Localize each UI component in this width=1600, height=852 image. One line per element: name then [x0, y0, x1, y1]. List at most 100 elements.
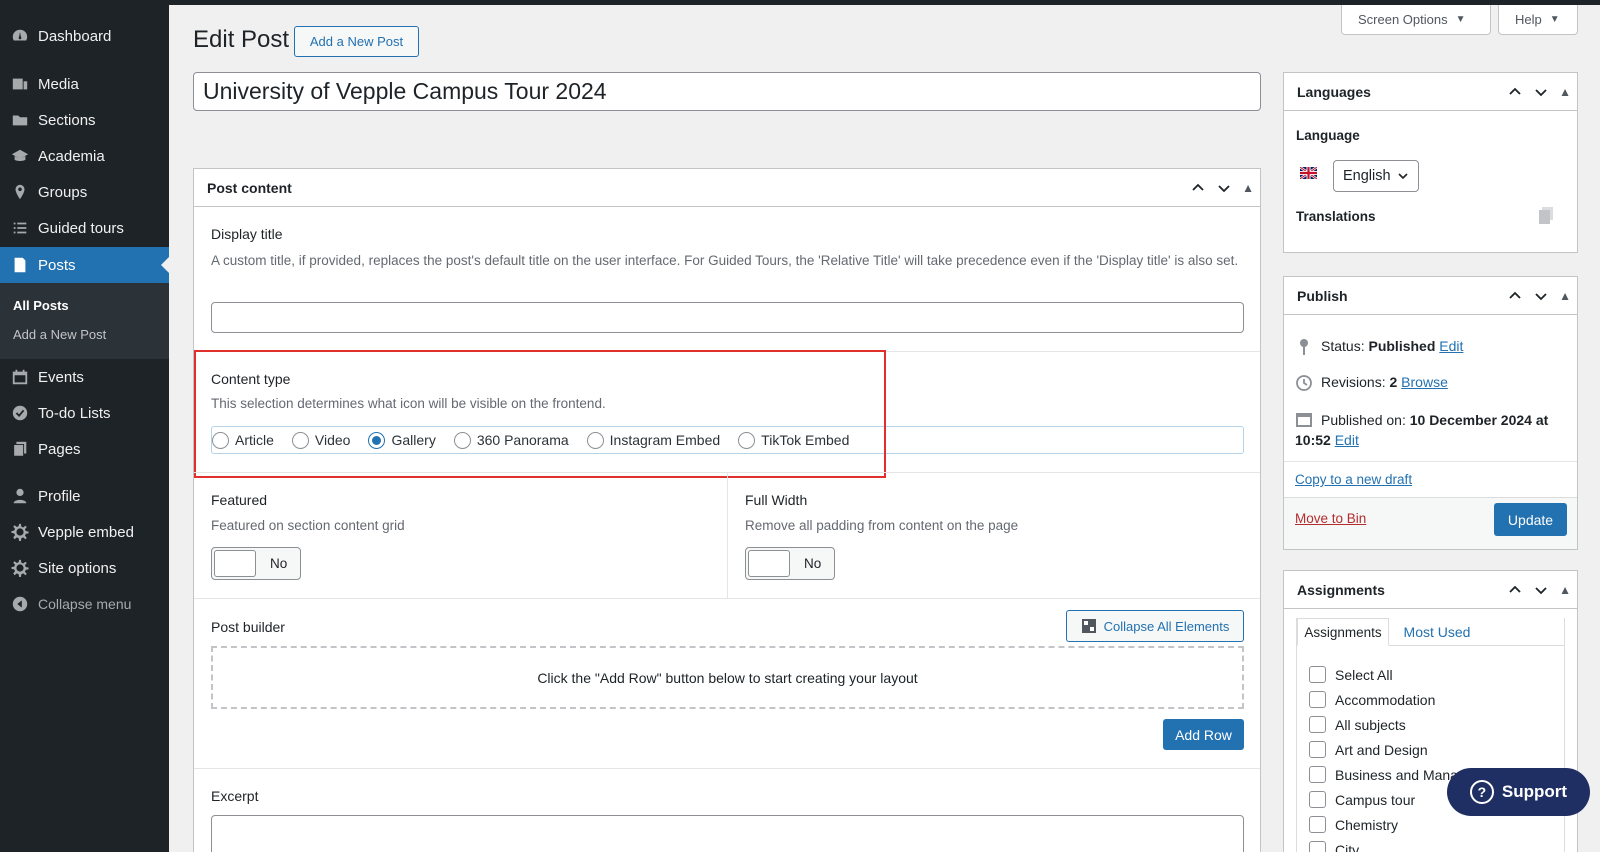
- radio-360-panorama[interactable]: 360 Panorama: [453, 431, 569, 449]
- radio-button[interactable]: [586, 431, 604, 449]
- checkbox[interactable]: [1309, 691, 1326, 708]
- help-button[interactable]: Help ▼: [1498, 5, 1578, 35]
- radio-button-selected[interactable]: [368, 431, 386, 449]
- menu-label: Dashboard: [38, 27, 112, 45]
- menu-media[interactable]: Media: [0, 66, 169, 102]
- checkbox-label: Chemistry: [1335, 816, 1399, 833]
- post-title-input[interactable]: University of Vepple Campus Tour 2024: [193, 72, 1261, 111]
- menu-pages[interactable]: Pages: [0, 431, 169, 467]
- checkbox[interactable]: [1309, 766, 1326, 783]
- move-to-bin-link[interactable]: Move to Bin: [1295, 511, 1366, 526]
- tab-most-used[interactable]: Most Used: [1396, 618, 1478, 646]
- featured-toggle[interactable]: No: [211, 547, 301, 580]
- language-select[interactable]: English: [1333, 160, 1419, 192]
- copy-to-draft-link[interactable]: Copy to a new draft: [1295, 472, 1412, 487]
- post-content-heading: Post content: [207, 179, 292, 196]
- history-icon: [1295, 374, 1313, 392]
- toggle-panel-icon[interactable]: ▲: [1559, 289, 1571, 303]
- checkbox-all-subjects[interactable]: All subjects: [1309, 716, 1406, 733]
- collapse-menu-button[interactable]: Collapse menu: [0, 586, 169, 622]
- languages-heading: Languages: [1297, 83, 1371, 100]
- menu-site-options[interactable]: Site options: [0, 550, 169, 586]
- chevron-up-icon[interactable]: [1507, 582, 1523, 598]
- checkbox-label: All subjects: [1335, 716, 1406, 733]
- checkbox-accommodation[interactable]: Accommodation: [1309, 691, 1435, 708]
- checkbox[interactable]: [1309, 716, 1326, 733]
- screen-options-button[interactable]: Screen Options ▼: [1341, 5, 1491, 35]
- chevron-down-icon[interactable]: [1533, 84, 1549, 100]
- checkbox-chemistry[interactable]: Chemistry: [1309, 816, 1398, 833]
- revisions-browse-link[interactable]: Browse: [1401, 374, 1448, 390]
- featured-label: Featured: [211, 492, 268, 508]
- checkbox-city[interactable]: City: [1309, 841, 1359, 852]
- toggle-panel-icon[interactable]: ▲: [1559, 583, 1571, 597]
- full-width-toggle[interactable]: No: [745, 547, 835, 580]
- checkbox-select-all[interactable]: Select All: [1309, 666, 1393, 683]
- chevron-down-icon[interactable]: [1533, 582, 1549, 598]
- checkbox[interactable]: [1309, 666, 1326, 683]
- collapse-all-elements-button[interactable]: Collapse All Elements: [1066, 610, 1244, 642]
- graduation-cap-icon: [10, 146, 30, 166]
- add-row-button[interactable]: Add Row: [1163, 719, 1244, 750]
- chevron-up-icon[interactable]: [1507, 288, 1523, 304]
- published-date: 10 December 2024 at: [1409, 412, 1549, 428]
- checkbox[interactable]: [1309, 816, 1326, 833]
- chevron-down-icon[interactable]: [1533, 288, 1549, 304]
- menu-guided-tours[interactable]: Guided tours: [0, 210, 169, 246]
- radio-button[interactable]: [453, 431, 471, 449]
- menu-sections[interactable]: Sections: [0, 102, 169, 138]
- toggle-panel-icon[interactable]: ▲: [1242, 181, 1254, 195]
- submenu-add-new[interactable]: Add a New Post: [13, 327, 106, 342]
- checkbox[interactable]: [1309, 841, 1326, 852]
- toggle-panel-icon[interactable]: ▲: [1559, 85, 1571, 99]
- checkbox-art-design[interactable]: Art and Design: [1309, 741, 1428, 758]
- box-controls: ▲: [1507, 571, 1571, 609]
- excerpt-textarea[interactable]: [211, 815, 1244, 852]
- radio-button[interactable]: [738, 431, 756, 449]
- checkbox-campus-tour[interactable]: Campus tour: [1309, 791, 1415, 808]
- collapse-all-label: Collapse All Elements: [1103, 618, 1230, 634]
- published-edit-link[interactable]: Edit: [1335, 432, 1359, 448]
- menu-posts[interactable]: Posts: [0, 247, 169, 283]
- menu-groups[interactable]: Groups: [0, 174, 169, 210]
- support-button[interactable]: ? Support: [1447, 768, 1590, 816]
- builder-drop-area: Click the "Add Row" button below to star…: [211, 646, 1244, 709]
- radio-label: Video: [314, 432, 351, 448]
- menu-vepple-embed[interactable]: Vepple embed: [0, 514, 169, 550]
- radio-button[interactable]: [212, 431, 229, 449]
- chevron-up-icon[interactable]: [1190, 180, 1206, 196]
- radio-tiktok-embed[interactable]: TikTok Embed: [738, 431, 849, 449]
- checkbox-label: Business and Mana: [1335, 766, 1458, 783]
- admin-sidebar: Dashboard Media Sections Academia Groups…: [0, 0, 169, 852]
- calendar-icon: [1295, 410, 1313, 428]
- language-label: Language: [1296, 128, 1360, 143]
- radio-video[interactable]: Video: [291, 431, 351, 449]
- radio-gallery[interactable]: Gallery: [368, 431, 436, 449]
- chevron-down-icon[interactable]: [1216, 180, 1232, 196]
- chevron-up-icon[interactable]: [1507, 84, 1523, 100]
- checkbox-business[interactable]: Business and Mana: [1309, 766, 1458, 783]
- update-button[interactable]: Update: [1494, 503, 1567, 536]
- publish-time-row: 10:52 Edit: [1295, 432, 1359, 448]
- menu-dashboard[interactable]: Dashboard: [0, 18, 169, 54]
- radio-article[interactable]: Article: [212, 431, 274, 449]
- add-new-post-button[interactable]: Add a New Post: [294, 26, 419, 57]
- submenu-all-posts[interactable]: All Posts: [13, 298, 69, 313]
- checkbox[interactable]: [1309, 741, 1326, 758]
- menu-academia[interactable]: Academia: [0, 138, 169, 174]
- display-title-input[interactable]: [211, 302, 1244, 333]
- menu-profile[interactable]: Profile: [0, 478, 169, 514]
- menu-todo[interactable]: To-do Lists: [0, 395, 169, 431]
- checkbox-label: Art and Design: [1335, 741, 1428, 758]
- tab-assignments[interactable]: Assignments: [1297, 618, 1389, 646]
- published-label: Published on:: [1321, 412, 1406, 428]
- radio-instagram-embed[interactable]: Instagram Embed: [586, 431, 720, 449]
- checkbox-label: Select All: [1335, 666, 1393, 683]
- copy-icon[interactable]: [1539, 207, 1553, 224]
- menu-label: Posts: [38, 256, 76, 274]
- radio-button[interactable]: [291, 431, 309, 449]
- checkbox[interactable]: [1309, 791, 1326, 808]
- status-edit-link[interactable]: Edit: [1439, 338, 1463, 354]
- radio-label: 360 Panorama: [476, 432, 569, 448]
- menu-events[interactable]: Events: [0, 359, 169, 395]
